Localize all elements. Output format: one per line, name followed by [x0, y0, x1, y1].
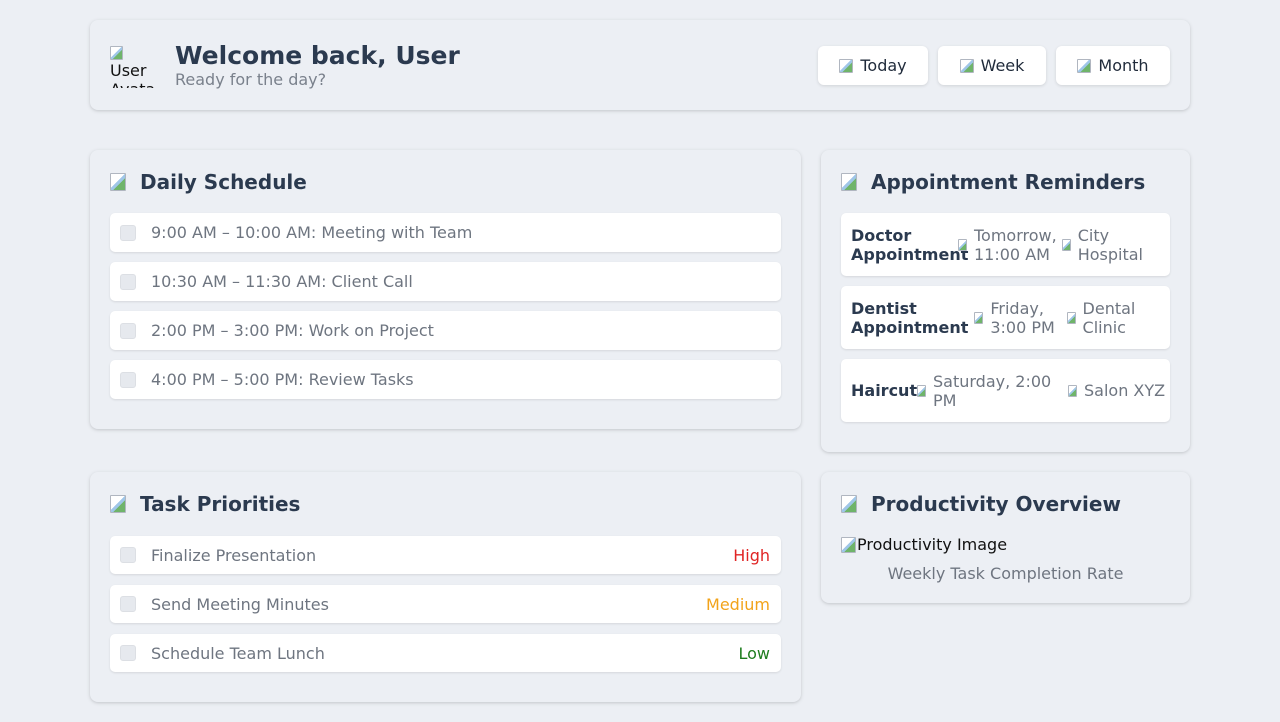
task-item-checkbox[interactable]: [120, 596, 136, 612]
schedule-item-text: 10:30 AM – 11:30 AM: Client Call: [151, 272, 413, 291]
task-item-text: Schedule Team Lunch: [151, 643, 325, 663]
task-item: Schedule Team Lunch Low: [110, 634, 781, 672]
appointment-item[interactable]: Doctor Appointment Tomorrow, 11:00 AM Ci…: [841, 213, 1170, 276]
appointment-item[interactable]: Haircut Saturday, 2:00 PM Salon XYZ: [841, 359, 1170, 422]
welcome-heading: Welcome back, User: [175, 41, 460, 70]
appointment-location-text: Dental Clinic: [1082, 298, 1136, 337]
appointment-time-text: Saturday, 2:00 PM: [933, 371, 1052, 410]
task-priority-badge: Low: [738, 643, 770, 663]
welcome-subtitle: Ready for the day?: [175, 70, 327, 89]
schedule-item-checkbox[interactable]: [120, 322, 136, 339]
avatar-image-icon: [110, 45, 123, 60]
location-icon: [1066, 311, 1076, 324]
month-button-label: Month: [1098, 56, 1149, 75]
appointment-location-text: Salon XYZ: [1084, 381, 1166, 400]
today-button-label: Today: [860, 56, 907, 75]
task-priorities-title-text: Task Priorities: [140, 492, 301, 516]
task-item: Send Meeting Minutes Medium: [110, 585, 781, 623]
productivity-image-alt: Productivity Image: [857, 535, 1008, 554]
appointment-reminders-card: Appointment Reminders Doctor Appointment…: [821, 150, 1190, 452]
productivity-overview-title-text: Productivity Overview: [871, 492, 1121, 516]
task-item-checkbox[interactable]: [120, 547, 136, 563]
clock-icon: [958, 238, 967, 251]
task-item-text: Finalize Presentation: [151, 545, 317, 565]
appointment-time: Tomorrow, 11:00 AM: [958, 226, 1057, 264]
reminder-icon: [841, 173, 857, 191]
appointment-time-text: Tomorrow, 11:00 AM: [974, 225, 1057, 264]
appointment-reminders-title-text: Appointment Reminders: [871, 170, 1146, 194]
schedule-item: 9:00 AM – 10:00 AM: Meeting with Team: [110, 213, 781, 252]
appointment-location: Salon XYZ: [1068, 381, 1165, 400]
appointment-time-text: Friday, 3:00 PM: [990, 298, 1055, 337]
appointment-reminders-title: Appointment Reminders: [841, 170, 1145, 194]
appointment-location-text: City Hospital: [1077, 225, 1143, 264]
task-item-checkbox[interactable]: [120, 645, 136, 661]
appointment-time: Saturday, 2:00 PM: [917, 372, 1062, 410]
schedule-icon: [110, 173, 126, 191]
task-item-text: Send Meeting Minutes: [151, 594, 329, 614]
week-button[interactable]: Week: [938, 46, 1046, 85]
task-priorities-title: Task Priorities: [110, 492, 300, 516]
month-button[interactable]: Month: [1056, 46, 1170, 85]
task-priority-badge: High: [733, 545, 770, 565]
productivity-image: Productivity Image: [841, 535, 1007, 554]
today-button[interactable]: Today: [818, 46, 928, 85]
daily-schedule-card: Daily Schedule 9:00 AM – 10:00 AM: Meeti…: [90, 150, 801, 429]
header-card: User Avatar Welcome back, User Ready for…: [90, 20, 1190, 110]
chart-icon: [841, 495, 857, 513]
week-button-label: Week: [980, 56, 1025, 75]
avatar-alt-text: User Avatar: [110, 61, 154, 88]
productivity-overview-card: Productivity Overview Productivity Image…: [821, 472, 1190, 603]
daily-schedule-title: Daily Schedule: [110, 170, 307, 194]
task-item: Finalize Presentation High: [110, 536, 781, 574]
schedule-item-checkbox[interactable]: [120, 224, 136, 241]
appointment-location: Dental Clinic: [1066, 298, 1170, 337]
user-avatar[interactable]: User Avatar: [110, 42, 154, 88]
calendar-week-icon: [959, 58, 974, 73]
schedule-item-text: 4:00 PM – 5:00 PM: Review Tasks: [151, 370, 414, 389]
appointment-name: Haircut: [851, 381, 918, 400]
calendar-day-icon: [839, 58, 854, 73]
appointment-name: Doctor Appointment: [851, 225, 969, 264]
productivity-caption: Weekly Task Completion Rate: [887, 564, 1124, 583]
clock-icon: [917, 384, 926, 397]
image-placeholder-icon: [841, 536, 856, 553]
appointment-time: Friday, 3:00 PM: [974, 299, 1062, 337]
clock-icon: [974, 311, 984, 324]
schedule-item-text: 9:00 AM – 10:00 AM: Meeting with Team: [151, 223, 473, 242]
calendar-month-icon: [1077, 58, 1092, 73]
schedule-item-text: 2:00 PM – 3:00 PM: Work on Project: [151, 321, 434, 340]
task-priority-badge: Medium: [706, 594, 770, 614]
location-icon: [1068, 384, 1077, 397]
productivity-overview-title: Productivity Overview: [841, 492, 1121, 516]
appointment-name: Dentist Appointment: [851, 298, 969, 337]
task-priorities-card: Task Priorities Finalize Presentation Hi…: [90, 472, 801, 702]
priority-icon: [110, 495, 126, 513]
schedule-item: 2:00 PM – 3:00 PM: Work on Project: [110, 311, 781, 350]
location-icon: [1061, 238, 1071, 251]
schedule-item: 10:30 AM – 11:30 AM: Client Call: [110, 262, 781, 301]
schedule-item-checkbox[interactable]: [120, 273, 136, 290]
appointment-item[interactable]: Dentist Appointment Friday, 3:00 PM Dent…: [841, 286, 1170, 349]
schedule-item: 4:00 PM – 5:00 PM: Review Tasks: [110, 360, 781, 399]
schedule-item-checkbox[interactable]: [120, 371, 136, 388]
daily-schedule-title-text: Daily Schedule: [140, 170, 307, 194]
appointment-location: City Hospital: [1061, 225, 1170, 264]
